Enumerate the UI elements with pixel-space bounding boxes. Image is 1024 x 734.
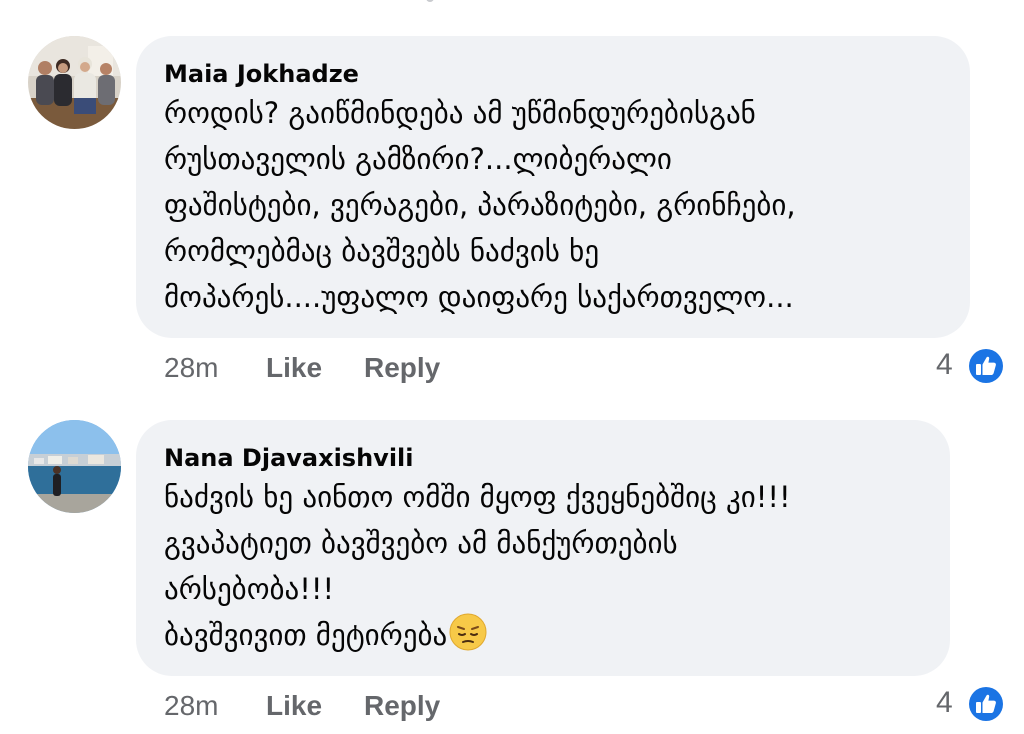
comment-text-line: გვაპატიეთ ბავშვებო ამ მანქურთების [164,526,678,560]
author-name[interactable]: Nana Djavaxishvili [164,442,922,474]
comment-text-line: როდის? გაიწმინდება ამ უწმინდურებისგან [164,96,756,130]
scroll-indicator [426,0,434,2]
avatar[interactable] [28,420,121,513]
like-button[interactable]: Like [266,352,322,384]
comment-bubble: Nana Djavaxishvili ნაძვის ხე აინთო ომში … [136,420,950,676]
comment-bubble: Maia Jokhadze როდის? გაიწმინდება ამ უწმი… [136,36,970,338]
comment-text-line: ფაშისტები, ვერაგები, პარაზიტები, გრინჩებ… [164,188,796,222]
timestamp[interactable]: 28m [164,690,218,722]
comment-text-line: რუსთაველის გამზირი?...ლიბერალი [164,142,672,176]
reply-button[interactable]: Reply [364,690,440,722]
like-thumb-icon[interactable] [966,684,1006,724]
comment-text-line: არსებობა!!! [164,572,335,606]
comment-text-line: მოპარეს....უფალო დაიფარე საქართველო... [164,280,794,314]
like-button[interactable]: Like [266,690,322,722]
comment-text-segment: ბავშვივით მეტირება [164,618,448,652]
like-thumb-icon[interactable] [966,346,1006,386]
reaction-count[interactable]: 4 [936,348,953,382]
reply-button[interactable]: Reply [364,352,440,384]
timestamp[interactable]: 28m [164,352,218,384]
comment-text-line: ბავშვივით მეტირება [164,612,922,658]
comment-text-line: ნაძვის ხე აინთო ომში მყოფ ქვეყნებშიც კი!… [164,480,791,514]
pensive-face-emoji [449,613,487,664]
reaction-count[interactable]: 4 [936,686,953,720]
comment-text-line: რომლებმაც ბავშვებს ნაძვის ხე [164,234,600,268]
avatar[interactable] [28,36,121,129]
author-name[interactable]: Maia Jokhadze [164,58,942,90]
comments-panel: Maia Jokhadze როდის? გაიწმინდება ამ უწმი… [0,0,1024,734]
